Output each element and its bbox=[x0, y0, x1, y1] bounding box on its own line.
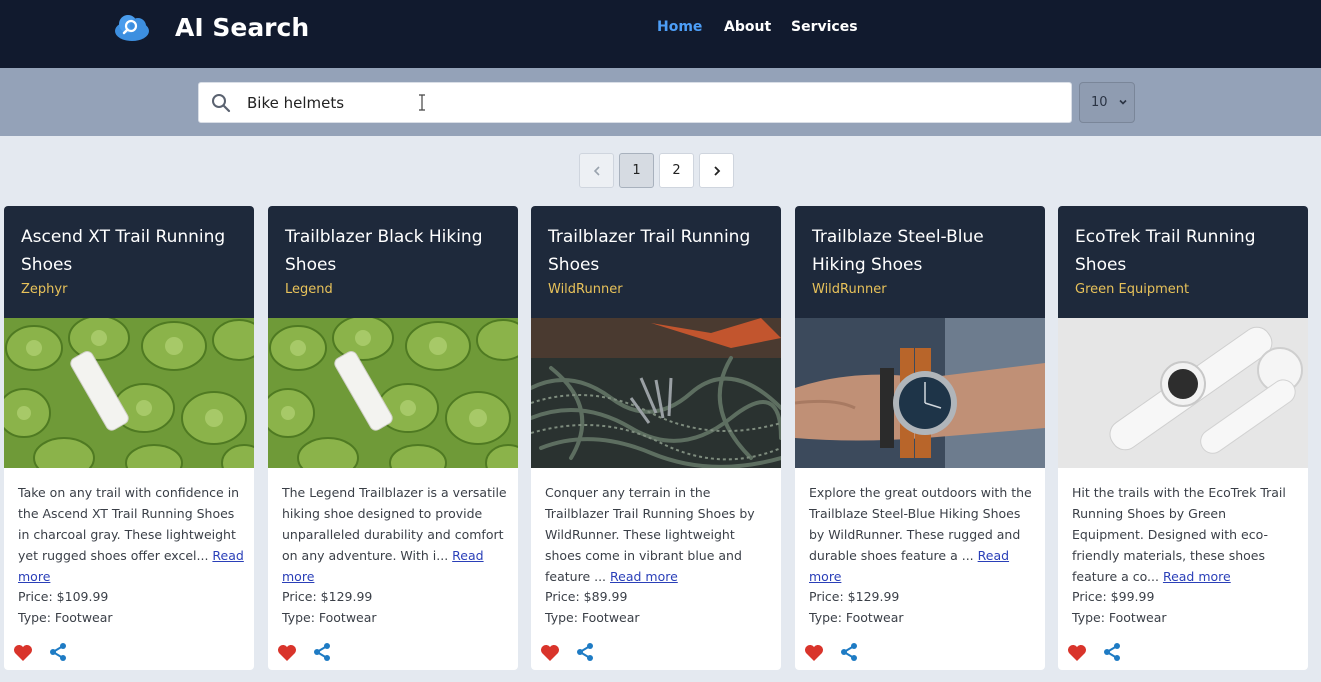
read-more-link[interactable]: Read more bbox=[610, 569, 678, 584]
product-type: Type: Footwear bbox=[18, 610, 113, 625]
heart-icon[interactable] bbox=[1067, 644, 1087, 662]
product-card: EcoTrek Trail Running Shoes Green Equipm… bbox=[1058, 206, 1308, 670]
pagination-page-2[interactable]: 2 bbox=[659, 153, 694, 188]
product-brand: Green Equipment bbox=[1075, 282, 1190, 297]
share-icon[interactable] bbox=[312, 642, 332, 662]
pagination-page-1[interactable]: 1 bbox=[619, 153, 654, 188]
share-icon[interactable] bbox=[1102, 642, 1122, 662]
product-price: Price: $129.99 bbox=[809, 589, 900, 604]
product-card: Trailblazer Trail Running Shoes WildRunn… bbox=[531, 206, 781, 670]
product-image[interactable] bbox=[4, 318, 254, 468]
description-text: Take on any trail with confidence in the… bbox=[18, 485, 240, 563]
product-type: Type: Footwear bbox=[545, 610, 640, 625]
nav-services-link[interactable]: Services bbox=[791, 18, 858, 36]
app-title[interactable]: AI Search bbox=[175, 12, 309, 44]
product-brand: WildRunner bbox=[548, 282, 623, 297]
nav-home-link[interactable]: Home bbox=[657, 18, 702, 36]
product-description: Explore the great outdoors with the Trai… bbox=[809, 482, 1037, 587]
product-description: Conquer any terrain in the Trailblazer T… bbox=[545, 482, 773, 587]
product-title: Trailblazer Black Hiking Shoes bbox=[285, 227, 483, 275]
product-price: Price: $89.99 bbox=[545, 589, 628, 604]
product-brand: Legend bbox=[285, 282, 333, 297]
product-brand: WildRunner bbox=[812, 282, 887, 297]
search-input[interactable] bbox=[247, 83, 1047, 122]
chevron-down-icon bbox=[1119, 99, 1127, 105]
product-price: Price: $99.99 bbox=[1072, 589, 1155, 604]
cloud-search-logo-icon bbox=[115, 15, 149, 41]
product-image[interactable] bbox=[268, 318, 518, 468]
product-description: Take on any trail with confidence in the… bbox=[18, 482, 246, 587]
pagination-prev-button[interactable] bbox=[579, 153, 614, 188]
product-price: Price: $129.99 bbox=[282, 589, 373, 604]
share-icon[interactable] bbox=[48, 642, 68, 662]
product-type: Type: Footwear bbox=[282, 610, 377, 625]
share-icon[interactable] bbox=[575, 642, 595, 662]
pagination-next-button[interactable] bbox=[699, 153, 734, 188]
product-description: The Legend Trailblazer is a versatile hi… bbox=[282, 482, 510, 587]
product-price: Price: $109.99 bbox=[18, 589, 109, 604]
product-image[interactable] bbox=[531, 318, 781, 468]
share-icon[interactable] bbox=[839, 642, 859, 662]
product-title: Ascend XT Trail Running Shoes bbox=[21, 227, 226, 275]
product-card: Trailblaze Steel-Blue Hiking Shoes WildR… bbox=[795, 206, 1045, 670]
chevron-right-icon bbox=[714, 166, 721, 176]
read-more-link[interactable]: Read more bbox=[1163, 569, 1231, 584]
nav-about-link[interactable]: About bbox=[724, 18, 771, 36]
product-title: Trailblazer Trail Running Shoes bbox=[548, 227, 751, 275]
product-image[interactable] bbox=[1058, 318, 1308, 468]
page-size-select[interactable]: 10 bbox=[1079, 82, 1135, 123]
product-type: Type: Footwear bbox=[809, 610, 904, 625]
chevron-left-icon bbox=[593, 166, 600, 176]
heart-icon[interactable] bbox=[540, 644, 560, 662]
product-card: Trailblazer Black Hiking Shoes Legend Th… bbox=[268, 206, 518, 670]
product-description: Hit the trails with the EcoTrek Trail Ru… bbox=[1072, 482, 1300, 587]
search-box[interactable] bbox=[198, 82, 1072, 123]
product-title: Trailblaze Steel-Blue Hiking Shoes bbox=[812, 227, 984, 275]
heart-icon[interactable] bbox=[277, 644, 297, 662]
page-size-value: 10 bbox=[1091, 95, 1108, 110]
product-type: Type: Footwear bbox=[1072, 610, 1167, 625]
product-brand: Zephyr bbox=[21, 282, 68, 297]
product-title: EcoTrek Trail Running Shoes bbox=[1075, 227, 1256, 275]
product-image[interactable] bbox=[795, 318, 1045, 468]
search-icon bbox=[212, 94, 231, 113]
heart-icon[interactable] bbox=[13, 644, 33, 662]
heart-icon[interactable] bbox=[804, 644, 824, 662]
product-card: Ascend XT Trail Running Shoes Zephyr Tak… bbox=[4, 206, 254, 670]
text-cursor-icon bbox=[419, 94, 425, 111]
